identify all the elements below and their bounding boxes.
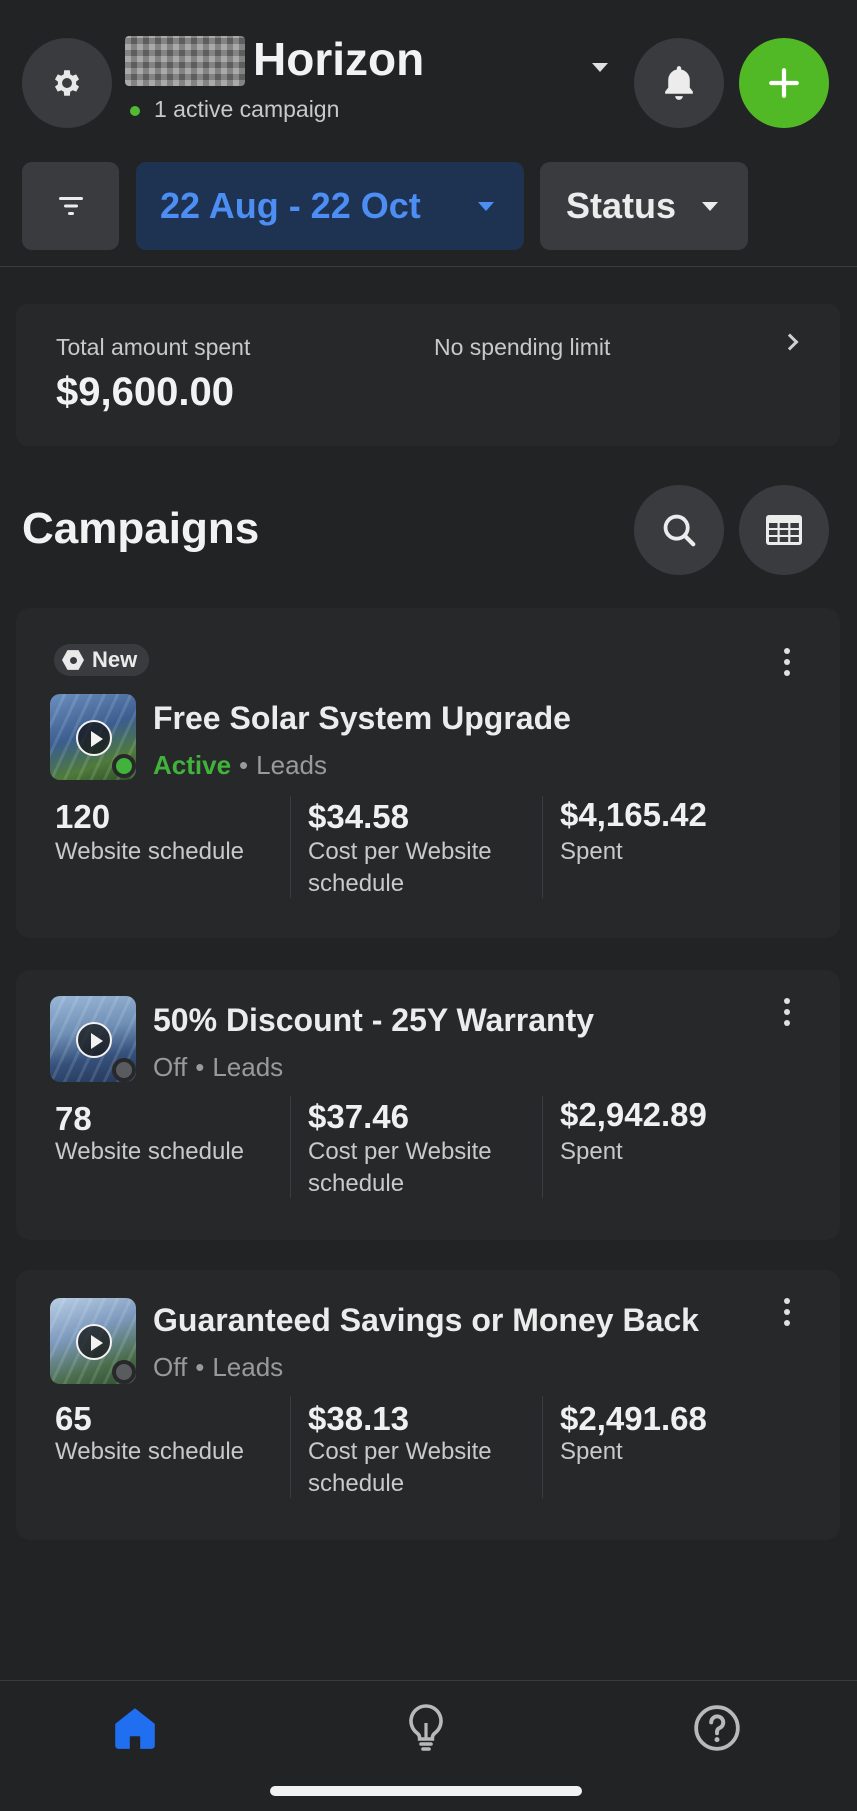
cost-per-result-label: Cost per Website schedule (308, 838, 492, 897)
campaign-more-options-icon[interactable] (784, 998, 790, 1026)
cost-per-result-value: $38.13 (308, 1400, 409, 1437)
active-dot-icon (130, 105, 140, 116)
results-value: 78 (55, 1100, 92, 1137)
chevron-down-icon (702, 202, 718, 211)
results-value: 120 (55, 798, 111, 835)
new-badge: New (54, 644, 150, 676)
results-value: 65 (55, 1400, 92, 1437)
campaigns-heading: Campaigns (22, 504, 260, 553)
campaign-card[interactable]: 50% Discount - 25Y Warranty Off • Leads 78… (16, 970, 840, 1240)
home-icon (115, 1708, 155, 1749)
date-range-label: 22 Aug - 22 Oct (160, 185, 421, 226)
total-spent-value: $9,600.00 (56, 370, 234, 414)
nav-home[interactable] (110, 1703, 160, 1753)
account-logo-redacted (125, 36, 245, 86)
campaign-name: Free Solar System Upgrade (153, 700, 571, 736)
campaign-more-options-icon[interactable] (784, 648, 790, 676)
chevron-down-icon (478, 202, 494, 211)
campaign-status-line: Off • Leads (153, 1052, 284, 1082)
plus-icon (769, 68, 799, 98)
cost-per-result-label: Cost per Website schedule (308, 1138, 492, 1197)
nav-insights[interactable] (402, 1701, 450, 1753)
campaign-name: 50% Discount - 25Y Warranty (153, 1002, 595, 1038)
spent-label: Spent (560, 1438, 623, 1465)
settings-button[interactable] (22, 38, 112, 128)
metric-divider (290, 1396, 291, 1498)
cost-per-result-value: $37.46 (308, 1098, 409, 1135)
new-badge-icon (62, 650, 84, 670)
spent-label: Spent (560, 838, 623, 865)
active-campaign-count: 1 active campaign (130, 96, 339, 123)
lightbulb-icon (409, 1704, 443, 1751)
spend-summary-card[interactable]: Total amount spent $9,600.00 No spending… (16, 304, 840, 446)
total-spent-label: Total amount spent (56, 334, 251, 360)
gear-icon (54, 70, 80, 96)
metric-divider (542, 1096, 543, 1198)
metric-divider (542, 1396, 543, 1498)
status-dot-off (112, 1360, 136, 1384)
metric-divider (290, 1096, 291, 1198)
metric-divider (290, 796, 291, 898)
bell-icon (665, 66, 693, 100)
cost-per-result-value: $34.58 (308, 798, 409, 835)
play-icon (76, 1022, 112, 1058)
date-range-selector[interactable]: 22 Aug - 22 Oct (136, 162, 524, 250)
table-view-button[interactable] (739, 485, 829, 575)
nav-help[interactable] (692, 1703, 742, 1753)
search-icon (663, 514, 696, 547)
spent-label: Spent (560, 1138, 623, 1165)
account-title[interactable]: Horizon (253, 32, 424, 86)
play-icon (76, 720, 112, 756)
status-dot-active (112, 754, 136, 778)
spent-value: $4,165.42 (560, 796, 707, 833)
campaign-more-options-icon[interactable] (784, 1298, 790, 1326)
results-label: Website schedule (55, 838, 244, 865)
campaign-status-line: Active • Leads (153, 750, 327, 780)
spending-limit-label: No spending limit (434, 334, 611, 360)
spent-value: $2,491.68 (560, 1400, 707, 1437)
filter-button[interactable] (22, 162, 119, 250)
help-icon (694, 1705, 740, 1751)
campaign-name: Guaranteed Savings or Money Back (153, 1302, 699, 1338)
status-dot-off (112, 1058, 136, 1082)
table-icon (766, 515, 802, 545)
home-indicator (270, 1786, 582, 1796)
notifications-button[interactable] (634, 38, 724, 128)
search-campaigns-button[interactable] (634, 485, 724, 575)
campaign-card[interactable]: Guaranteed Savings or Money Back Off • Lea… (16, 1270, 840, 1540)
cost-per-result-label: Cost per Website schedule (308, 1438, 492, 1497)
metric-divider (542, 796, 543, 898)
campaign-card[interactable]: New Free Solar System Upgrade Active • Lea… (16, 608, 840, 938)
campaign-status-line: Off • Leads (153, 1352, 284, 1382)
add-campaign-button[interactable] (739, 38, 829, 128)
play-icon (76, 1324, 112, 1360)
results-label: Website schedule (55, 1438, 244, 1465)
header-divider (0, 266, 857, 267)
account-switcher-chevron-down-icon[interactable] (592, 63, 608, 72)
results-label: Website schedule (55, 1138, 244, 1165)
spent-value: $2,942.89 (560, 1096, 707, 1133)
chevron-right-icon (781, 333, 799, 351)
filter-icon (58, 197, 83, 215)
status-filter-selector[interactable]: Status (540, 162, 748, 250)
status-filter-label: Status (566, 185, 677, 226)
